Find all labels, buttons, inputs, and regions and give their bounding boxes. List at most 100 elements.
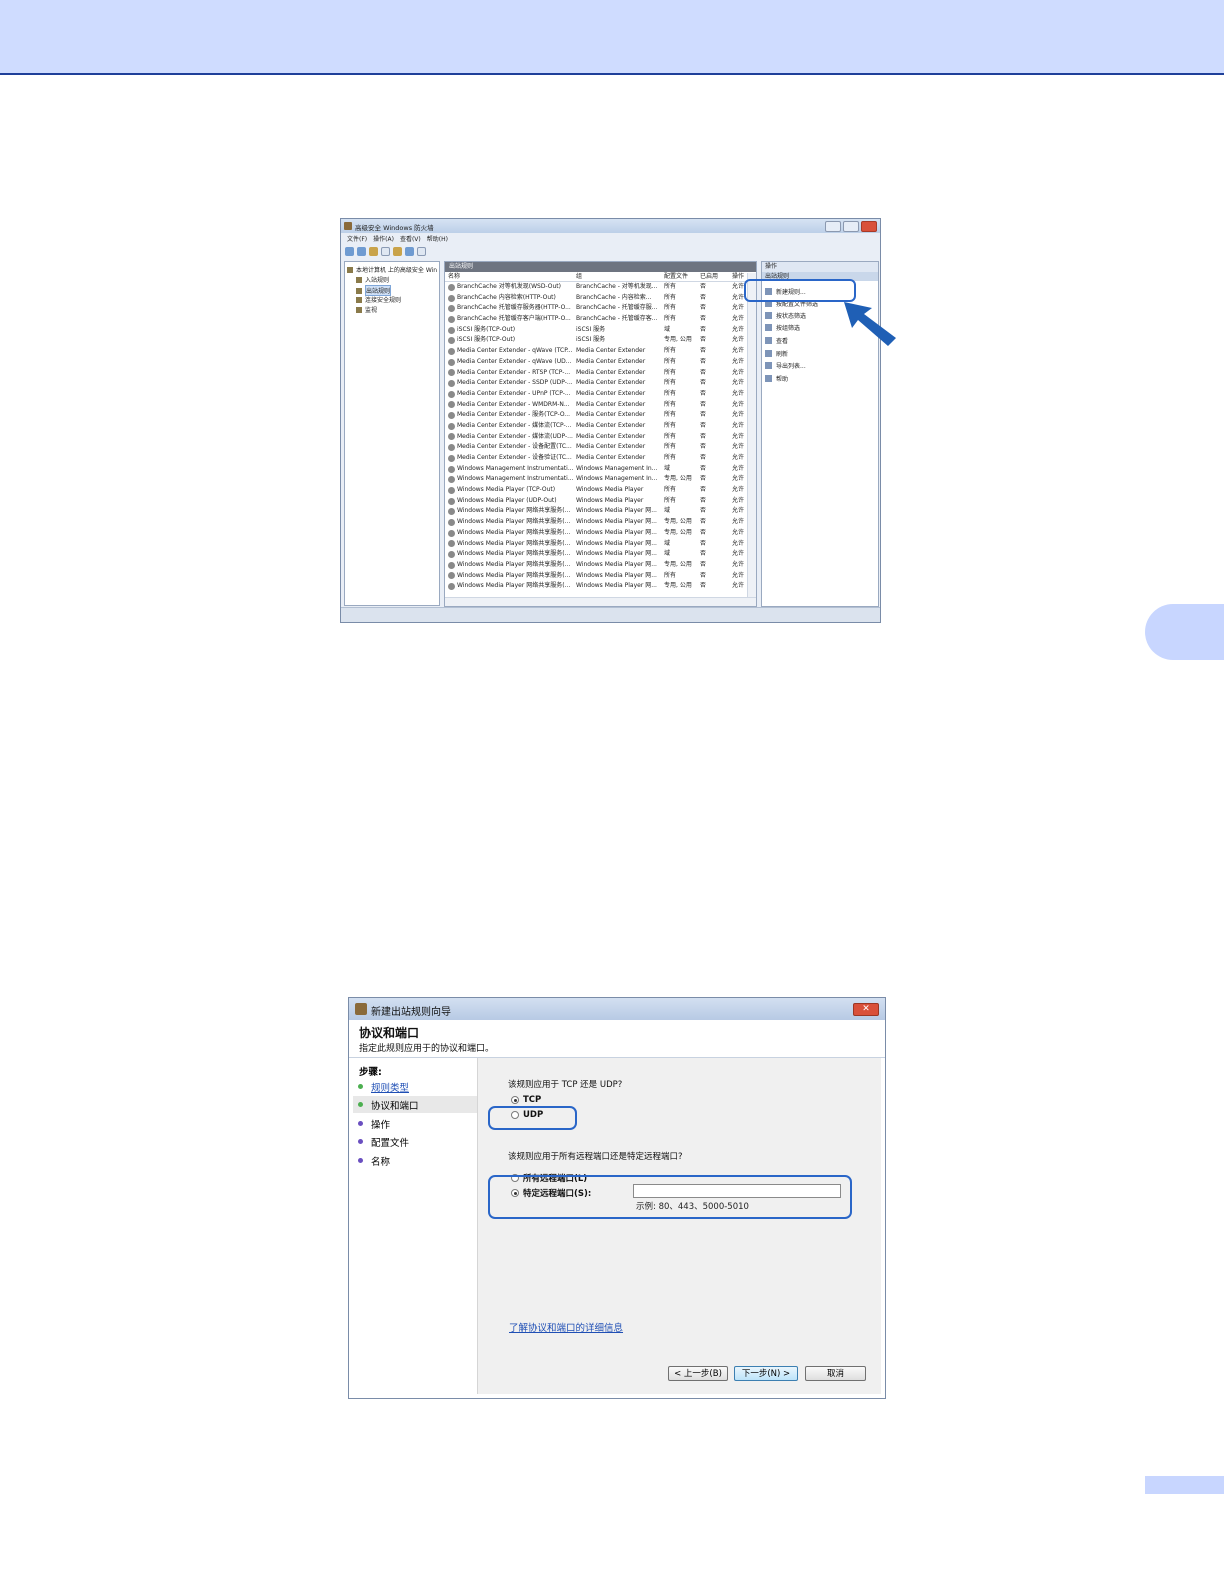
menu-view[interactable]: 查看(V) [400, 234, 421, 244]
rule-name: Windows Media Player (UDP-Out) [445, 496, 576, 507]
rule-group: Windows Media Player 网... [576, 507, 657, 515]
rule-row[interactable]: Media Center Extender - qWave (TCP... Med… [445, 346, 756, 357]
rule-row[interactable]: Media Center Extender - 媒体流(TCP-... Media… [445, 421, 756, 432]
tree-item-monitoring[interactable]: 监视 [356, 305, 377, 314]
rule-group: Media Center Extender [576, 411, 646, 419]
rule-row[interactable]: iSCSI 服务(TCP-Out) iSCSI 服务域否允许 [445, 325, 756, 336]
action-view[interactable]: 查看 [765, 336, 788, 345]
rule-profile: 所有 [664, 432, 677, 440]
rule-row[interactable]: BranchCache 内容检索(HTTP-Out) BranchCache - … [445, 293, 756, 304]
rule-profile: 所有 [664, 421, 677, 429]
column-profile[interactable]: 配置文件 [664, 272, 700, 281]
rule-group: Windows Media Player [576, 496, 644, 504]
rule-group: BranchCache - 内容检索... [576, 293, 652, 301]
rule-row[interactable]: Windows Management Instrumentati... Windo… [445, 474, 756, 485]
rule-enabled: 否 [700, 389, 707, 397]
rules-vertical-scrollbar[interactable] [747, 273, 756, 598]
menu-file[interactable]: 文件(F) [347, 234, 367, 244]
rule-row[interactable]: Media Center Extender - 设备验证(TC... Media … [445, 453, 756, 464]
menu-action[interactable]: 操作(A) [373, 234, 394, 244]
rule-row[interactable]: iSCSI 服务(TCP-Out) iSCSI 服务 专用, 公用否允许 [445, 335, 756, 346]
tcp-radio-button[interactable] [511, 1096, 519, 1104]
refresh-icon [765, 350, 772, 357]
rule-row[interactable]: Media Center Extender - UPnP (TCP-... Med… [445, 389, 756, 400]
action-filter-by-state[interactable]: 按状态筛选 [765, 311, 806, 320]
rule-row[interactable]: Windows Media Player (TCP-Out) Windows Me… [445, 485, 756, 496]
properties-icon[interactable] [393, 247, 402, 256]
wizard-header: 协议和端口 指定此规则应用于的协议和端口。 [349, 1020, 885, 1058]
rule-row[interactable]: BranchCache 对等机发现(WSD-Out) BranchCache - … [445, 282, 756, 293]
menu-help[interactable]: 帮助(H) [427, 234, 448, 244]
firewall-app-icon [344, 222, 352, 230]
help-icon [765, 375, 772, 382]
rule-group: Windows Media Player [576, 486, 644, 494]
column-name[interactable]: 名称 [445, 272, 576, 281]
rule-row[interactable]: Windows Media Player 网络共享服务(... Windows M… [445, 581, 756, 592]
rule-row[interactable]: Media Center Extender - 设备配置(TC... Media … [445, 442, 756, 453]
rule-group: Media Center Extender [576, 379, 646, 387]
rule-name: Windows Media Player (TCP-Out) [445, 485, 576, 496]
console-icon[interactable] [417, 247, 426, 256]
rule-row[interactable]: Windows Media Player 网络共享服务(... Windows M… [445, 517, 756, 528]
action-export-list[interactable]: 导出列表... [765, 361, 806, 370]
wizard-close-button[interactable]: ✕ [853, 1003, 879, 1016]
rule-row[interactable]: Windows Media Player 网络共享服务(... Windows M… [445, 528, 756, 539]
rule-row[interactable]: Windows Media Player 网络共享服务(... Windows M… [445, 539, 756, 550]
rule-status-icon [448, 518, 455, 526]
rule-row[interactable]: Windows Media Player 网络共享服务(... Windows M… [445, 560, 756, 571]
rule-row[interactable]: Media Center Extender - RTSP (TCP-... Med… [445, 368, 756, 379]
back-button[interactable]: < 上一步(B) [668, 1366, 728, 1381]
step-rule-type[interactable]: 规则类型 [353, 1078, 477, 1095]
rule-row[interactable]: BranchCache 托管缓存服务器(HTTP-O... BranchCache… [445, 303, 756, 314]
specific-port-highlight [488, 1175, 852, 1219]
rule-profile: 专用, 公用 [664, 528, 692, 536]
rule-row[interactable]: Media Center Extender - 媒体流(UDP-... Media… [445, 432, 756, 443]
rule-profile: 所有 [664, 379, 677, 387]
rule-group: Windows Media Player 网... [576, 539, 657, 547]
tcp-radio[interactable]: TCP [511, 1095, 541, 1105]
rule-row[interactable]: Media Center Extender - SSDP (UDP-... Med… [445, 378, 756, 389]
rule-name: Media Center Extender - 设备配置(TC... [445, 442, 576, 453]
tree-item-inbound[interactable]: 入站规则 [356, 275, 389, 284]
tree-item-connection-security[interactable]: 连接安全规则 [356, 295, 401, 304]
rule-row[interactable]: Windows Media Player 网络共享服务(... Windows M… [445, 571, 756, 582]
next-button[interactable]: 下一步(N) > [734, 1366, 798, 1381]
rule-name: Media Center Extender - RTSP (TCP-... [445, 368, 576, 379]
rule-group: Media Center Extender [576, 368, 646, 376]
minimize-button[interactable] [825, 221, 841, 232]
connection-security-icon [356, 296, 362, 303]
back-icon[interactable] [345, 247, 354, 256]
rule-row[interactable]: Windows Management Instrumentati... Windo… [445, 464, 756, 475]
rule-row[interactable]: Windows Media Player 网络共享服务(... Windows M… [445, 506, 756, 517]
action-refresh[interactable]: 刷新 [765, 349, 788, 358]
column-enabled[interactable]: 已启用 [700, 272, 732, 281]
cancel-button[interactable]: 取消 [805, 1366, 866, 1381]
maximize-button[interactable] [843, 221, 859, 232]
forward-icon[interactable] [357, 247, 366, 256]
rule-row[interactable]: Windows Media Player 网络共享服务(... Windows M… [445, 549, 756, 560]
close-button[interactable] [861, 221, 877, 232]
navigation-tree: 本地计算机 上的高级安全 Win 入站规则 出站规则 连接安全规则 监视 [344, 261, 440, 606]
action-help[interactable]: 帮助 [765, 374, 788, 383]
tree-root[interactable]: 本地计算机 上的高级安全 Win [347, 265, 437, 274]
column-group[interactable]: 组 [576, 272, 664, 281]
rule-group: Media Center Extender [576, 454, 646, 461]
up-folder-icon[interactable] [369, 247, 378, 256]
action-filter-by-group[interactable]: 按组筛选 [765, 323, 800, 332]
rule-row[interactable]: BranchCache 托管缓存客户端(HTTP-O... BranchCache… [445, 314, 756, 325]
learn-more-link[interactable]: 了解协议和端口的详细信息 [509, 1320, 623, 1334]
rule-row[interactable]: Windows Media Player (UDP-Out) Windows Me… [445, 496, 756, 507]
rule-group: Media Center Extender [576, 357, 646, 365]
rule-row[interactable]: Media Center Extender - WMDRM-N... Media … [445, 400, 756, 411]
rule-group: Windows Media Player 网... [576, 571, 657, 579]
rules-horizontal-scrollbar[interactable] [445, 597, 756, 606]
rule-row[interactable]: Media Center Extender - qWave (UD... Medi… [445, 357, 756, 368]
rule-group: BranchCache - 对等机发现... [576, 283, 658, 290]
rule-enabled: 否 [700, 464, 707, 472]
wizard-title: 新建出站规则向导 [371, 1007, 451, 1018]
rule-profile: 所有 [664, 496, 677, 504]
help-icon[interactable] [405, 247, 414, 256]
show-hide-tree-icon[interactable] [381, 247, 390, 256]
rule-row[interactable]: Media Center Extender - 服务(TCP-O... Media… [445, 410, 756, 421]
menu-bar: 文件(F) 操作(A) 查看(V) 帮助(H) [341, 234, 880, 244]
